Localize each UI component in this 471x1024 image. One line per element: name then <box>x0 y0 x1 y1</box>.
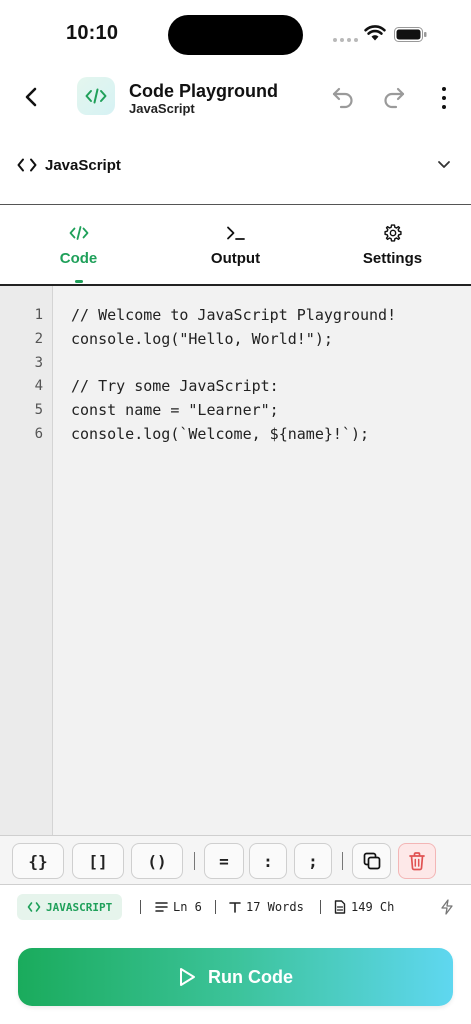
terminal-icon <box>226 226 245 240</box>
word-count-stat: 17 Words <box>229 900 304 914</box>
code-brackets-icon <box>17 158 37 172</box>
insert-braces-button[interactable]: {} <box>12 843 64 879</box>
more-dot <box>442 105 446 109</box>
status-separator <box>320 900 321 914</box>
play-icon <box>180 968 195 986</box>
code-line[interactable]: // Try some JavaScript: <box>71 377 279 395</box>
undo-icon <box>332 87 353 109</box>
status-time: 10:10 <box>66 22 119 44</box>
lightning-icon[interactable] <box>440 899 454 915</box>
line-number: 3 <box>34 355 43 371</box>
line-count-label: Ln 6 <box>173 900 202 914</box>
run-code-button[interactable]: Run Code <box>18 948 453 1006</box>
back-button[interactable] <box>18 82 44 112</box>
text-icon <box>229 902 241 913</box>
word-count-label: 17 Words <box>246 900 304 914</box>
battery-icon <box>394 27 427 42</box>
gear-icon <box>383 224 402 242</box>
tab-settings-label: Settings <box>362 250 423 267</box>
editor-status-bar: JAVASCRIPT Ln 6 17 Words 149 Ch <box>0 886 471 930</box>
copy-icon <box>363 852 380 870</box>
insert-semicolon-button[interactable]: ; <box>294 843 332 879</box>
status-separator <box>215 900 216 914</box>
redo-button[interactable] <box>381 84 407 110</box>
trash-icon <box>409 852 425 871</box>
insert-parens-button[interactable]: () <box>131 843 183 879</box>
lines-icon <box>155 902 168 912</box>
line-number-gutter: 1 2 3 4 5 6 <box>0 286 53 835</box>
line-number: 6 <box>34 426 43 442</box>
language-badge-label: JAVASCRIPT <box>46 900 113 914</box>
char-count-label: 149 Ch <box>351 900 395 914</box>
more-options-button[interactable] <box>434 84 454 112</box>
line-count-stat: Ln 6 <box>155 900 202 914</box>
tab-bar: Code Output Settings <box>0 205 471 285</box>
language-selector[interactable]: JavaScript <box>0 140 471 192</box>
clear-code-button[interactable] <box>398 843 436 879</box>
language-badge: JAVASCRIPT <box>17 894 123 920</box>
redo-icon <box>384 87 405 109</box>
code-line[interactable]: // Welcome to JavaScript Playground! <box>71 306 396 324</box>
active-tab-indicator <box>74 280 83 283</box>
code-icon <box>85 88 107 104</box>
code-line[interactable]: console.log("Hello, World!"); <box>71 330 333 348</box>
chevron-left-icon <box>25 87 37 107</box>
toolbar-separator <box>342 852 343 870</box>
dynamic-island <box>168 15 303 55</box>
code-line[interactable]: const name = "Learner"; <box>71 401 279 419</box>
symbol-toolbar: {} [] () = : ; <box>0 835 471 885</box>
cellular-signal-icon <box>333 38 358 42</box>
insert-colon-button[interactable]: : <box>249 843 287 879</box>
tab-output[interactable]: Output <box>157 205 314 285</box>
status-separator <box>140 900 141 914</box>
page-title: Code Playground <box>129 81 279 101</box>
status-bar: 10:10 <box>0 0 471 70</box>
toolbar-separator <box>194 852 195 870</box>
run-code-label: Run Code <box>208 966 293 987</box>
line-number: 5 <box>34 402 43 418</box>
page-subtitle: JavaScript <box>129 101 195 116</box>
more-dot <box>442 96 446 100</box>
wifi-icon <box>364 25 386 41</box>
insert-equals-button[interactable]: = <box>204 843 244 879</box>
app-logo <box>77 77 115 115</box>
tab-settings[interactable]: Settings <box>314 205 471 285</box>
undo-button[interactable] <box>330 84 356 110</box>
tab-output-label: Output <box>210 250 261 267</box>
insert-brackets-button[interactable]: [] <box>72 843 124 879</box>
line-number: 1 <box>34 307 43 323</box>
line-number: 2 <box>34 331 43 347</box>
tab-code-label: Code <box>59 250 98 267</box>
code-icon <box>69 226 88 240</box>
language-selector-label: JavaScript <box>45 157 121 174</box>
line-number: 4 <box>34 378 43 394</box>
char-count-stat: 149 Ch <box>334 900 394 914</box>
code-editor[interactable]: 1 2 3 4 5 6 // Welcome to JavaScript Pla… <box>0 286 471 835</box>
more-dot <box>442 87 446 91</box>
tab-code[interactable]: Code <box>0 205 157 285</box>
copy-button[interactable] <box>352 843 391 879</box>
code-brackets-icon <box>27 902 41 912</box>
chevron-down-icon <box>438 161 450 168</box>
code-line[interactable]: console.log(`Welcome, ${name}!`); <box>71 425 369 443</box>
file-icon <box>334 900 346 914</box>
app-header: Code Playground JavaScript <box>0 70 471 128</box>
